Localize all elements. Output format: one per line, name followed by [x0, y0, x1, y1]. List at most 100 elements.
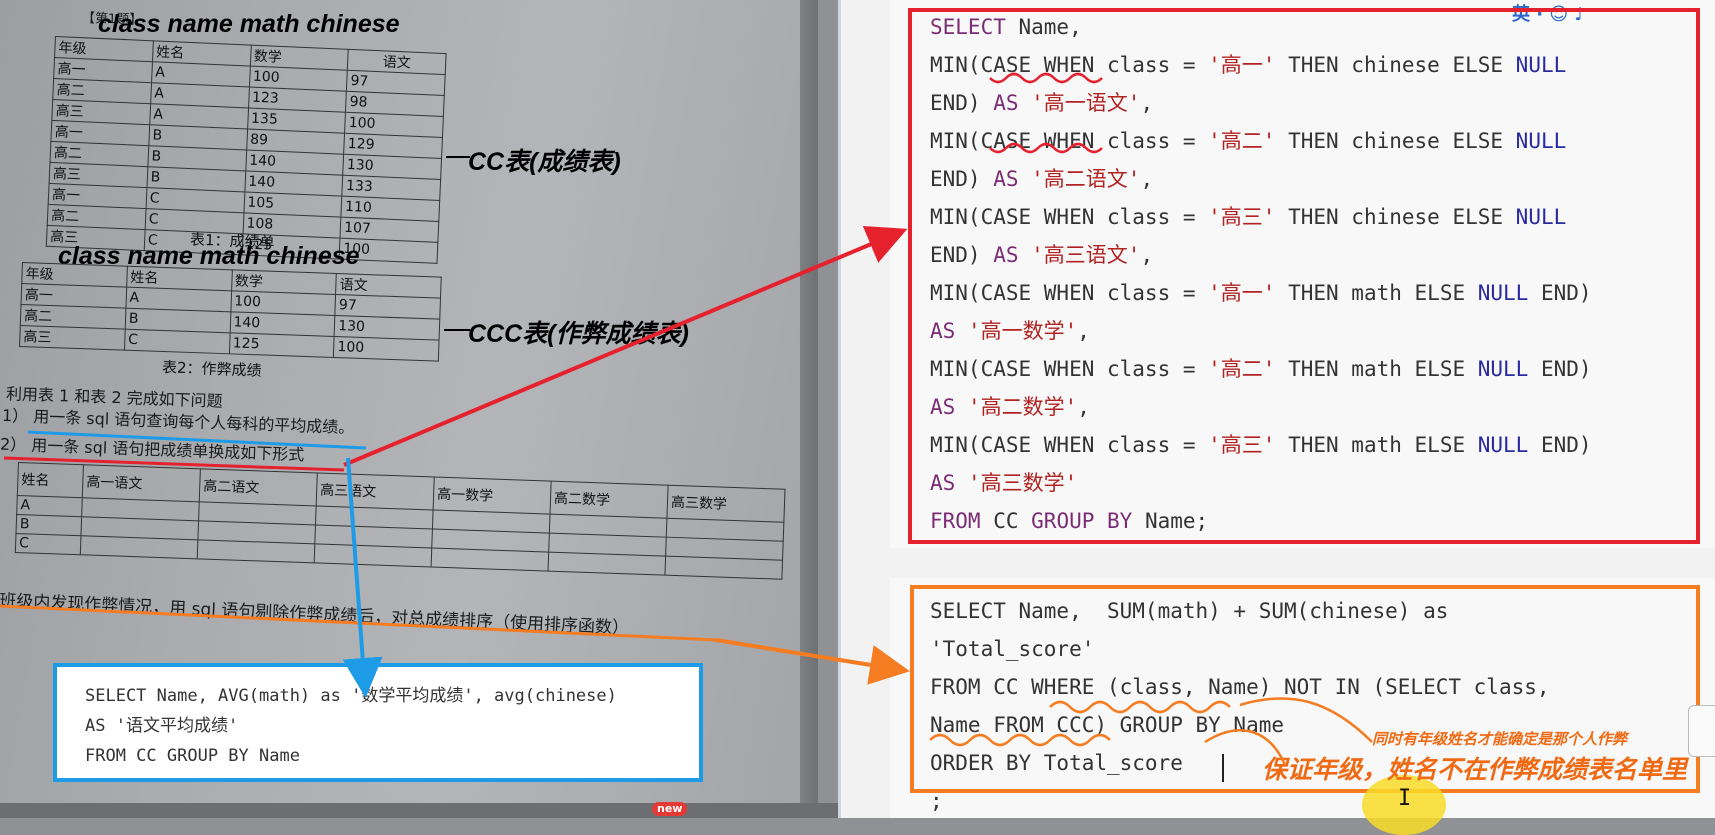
- table-cell: 高三: [19, 325, 125, 351]
- code-line: SELECT Name, SUM(math) + SUM(chinese) as: [930, 599, 1449, 623]
- code-token: '高一数学': [955, 319, 1078, 343]
- code-token: '高三': [1208, 433, 1276, 457]
- table-cell: 125: [228, 332, 335, 358]
- question-2: 2） 用一条 sql 语句把成绩单换成如下形式: [0, 434, 305, 465]
- table-header: 语文: [335, 273, 442, 299]
- code-token: '高一语文': [1018, 91, 1141, 115]
- code-line: FROM CC WHERE (class, Name) NOT IN (SELE…: [930, 675, 1550, 699]
- handwritten-note-small: 同时有年级姓名才能确定是那个人作弊: [1372, 731, 1628, 748]
- cc-table-annotation: CC表(成绩表): [468, 148, 621, 176]
- code-token: SELECT: [930, 15, 1006, 39]
- code-token: NULL: [1515, 129, 1567, 153]
- code-token: AS: [930, 395, 956, 419]
- bottom-toolbar-strip: [0, 803, 840, 818]
- code-token: FROM: [930, 509, 981, 533]
- code-token: '高一': [1208, 281, 1276, 305]
- code-token: GROUP BY: [1031, 509, 1133, 533]
- code-token: ,: [1077, 395, 1090, 419]
- columns-annotation-1: class name math chinese: [98, 10, 400, 38]
- code-token: '高二': [1208, 129, 1276, 153]
- code-token: '高三语文': [1018, 243, 1141, 267]
- target-format-table: 姓名 高一语文 高二语文 高三语文 高一数学 高二数学 高三数学 A B C: [15, 462, 786, 580]
- code-token: AS: [993, 167, 1019, 191]
- code-token: MIN(CASE WHEN class =: [930, 129, 1209, 153]
- code-token: NULL: [1477, 433, 1529, 457]
- code-token: THEN chinese ELSE: [1275, 129, 1516, 153]
- code-line: ;: [930, 789, 943, 813]
- code-token: ,: [1140, 243, 1154, 267]
- table-cell: 100: [333, 336, 440, 362]
- code-token: AS: [930, 319, 956, 343]
- code-token: CC: [980, 509, 1032, 533]
- code-token: '高二': [1208, 357, 1276, 381]
- code-token: END): [1528, 433, 1592, 457]
- new-badge: new: [652, 802, 688, 816]
- ccc-table-annotation: CCC表(作弊成绩表): [468, 320, 689, 348]
- table-cell: 高一: [21, 283, 127, 309]
- code-line: AS '语文平均成绩': [85, 716, 239, 736]
- code-token: END): [1528, 281, 1592, 305]
- worksheet-photo: 【第1题】 class name math chinese 年级 姓名 数学 语…: [0, 0, 818, 803]
- code-token: END): [930, 91, 994, 115]
- table-header: 姓名: [126, 266, 232, 291]
- code-token: THEN math ELSE: [1275, 357, 1478, 381]
- table-header: 姓名: [17, 462, 84, 498]
- table-cell: C: [15, 533, 81, 555]
- table-header: 高一数学: [433, 477, 552, 515]
- table-cell: A: [16, 495, 83, 517]
- code-token: NULL: [1477, 357, 1529, 381]
- text-caret: [1222, 754, 1224, 782]
- code-token: ,: [1140, 91, 1154, 115]
- code-token: NULL: [1477, 281, 1529, 305]
- code-line: FROM CC GROUP BY Name: [85, 746, 300, 766]
- code-token: NULL: [1515, 53, 1567, 77]
- code-token: Name,: [1005, 15, 1082, 39]
- code-token: '高二数学': [955, 395, 1078, 419]
- pivot-query-code[interactable]: SELECT Name, MIN(CASE WHEN class = '高一' …: [930, 8, 1592, 540]
- table-header: 高二语文: [199, 468, 318, 506]
- code-token: '高三数学': [955, 471, 1078, 495]
- table-header: 年级: [21, 262, 128, 288]
- code-line: SELECT Name, AVG(math) as '数学平均成绩', avg(…: [85, 686, 617, 706]
- code-token: MIN(CASE WHEN class =: [930, 357, 1209, 381]
- code-token: MIN(CASE WHEN class =: [930, 53, 1209, 77]
- code-token: THEN chinese ELSE: [1275, 53, 1516, 77]
- code-token: END): [930, 243, 994, 267]
- side-panel-handle[interactable]: [1688, 705, 1715, 757]
- pane-separator[interactable]: [838, 0, 841, 818]
- code-token: END): [1528, 357, 1592, 381]
- code-token: NULL: [1515, 205, 1567, 229]
- table2-caption: 表2：作弊成绩: [161, 358, 262, 380]
- code-token: MIN(CASE WHEN class =: [930, 433, 1209, 457]
- table-cell: B: [16, 514, 82, 536]
- question-3: 班级内发现作弊情况，用 sql 语句剔除作弊成绩后，对总成绩排序（使用排序函数）: [0, 590, 630, 639]
- table-cell: 高二: [20, 304, 126, 330]
- code-token: '高一': [1208, 53, 1276, 77]
- handwritten-note-big: 保证年级，姓名不在作弊成绩表名单里: [1262, 756, 1688, 784]
- code-token: AS: [993, 243, 1019, 267]
- code-line: 'Total_score': [930, 637, 1095, 661]
- avg-query-code-box: SELECT Name, AVG(math) as '数学平均成绩', avg(…: [53, 663, 703, 782]
- avg-query-code: SELECT Name, AVG(math) as '数学平均成绩', avg(…: [85, 681, 617, 771]
- code-line: Name FROM CCC) GROUP BY Name: [930, 713, 1285, 737]
- photo-edge-shadow: [800, 0, 818, 803]
- code-line: ORDER BY Total_score: [930, 751, 1183, 775]
- code-token: ,: [1077, 319, 1090, 343]
- table-cell: C: [124, 329, 230, 354]
- code-token: ,: [1140, 167, 1154, 191]
- table-header: 高一语文: [82, 464, 201, 502]
- code-token: '高三': [1208, 205, 1276, 229]
- ibeam-cursor-icon: I: [1398, 786, 1412, 811]
- code-token: Name;: [1132, 509, 1209, 533]
- code-token: MIN(CASE WHEN class =: [930, 281, 1209, 305]
- table-header: 高二数学: [550, 481, 669, 519]
- code-token: '高二语文': [1018, 167, 1141, 191]
- code-token: AS: [930, 471, 956, 495]
- code-token: THEN math ELSE: [1275, 281, 1478, 305]
- code-token: AS: [993, 91, 1019, 115]
- code-token: MIN(CASE WHEN class =: [930, 205, 1209, 229]
- table-header: 高三语文: [316, 472, 435, 511]
- table-header: 高三数学: [666, 485, 786, 523]
- code-token: END): [930, 167, 994, 191]
- cheat-score-table: 年级 姓名 数学 语文 高一 A 100 97 高二 B 140 130 高三 C 125 100: [19, 262, 442, 362]
